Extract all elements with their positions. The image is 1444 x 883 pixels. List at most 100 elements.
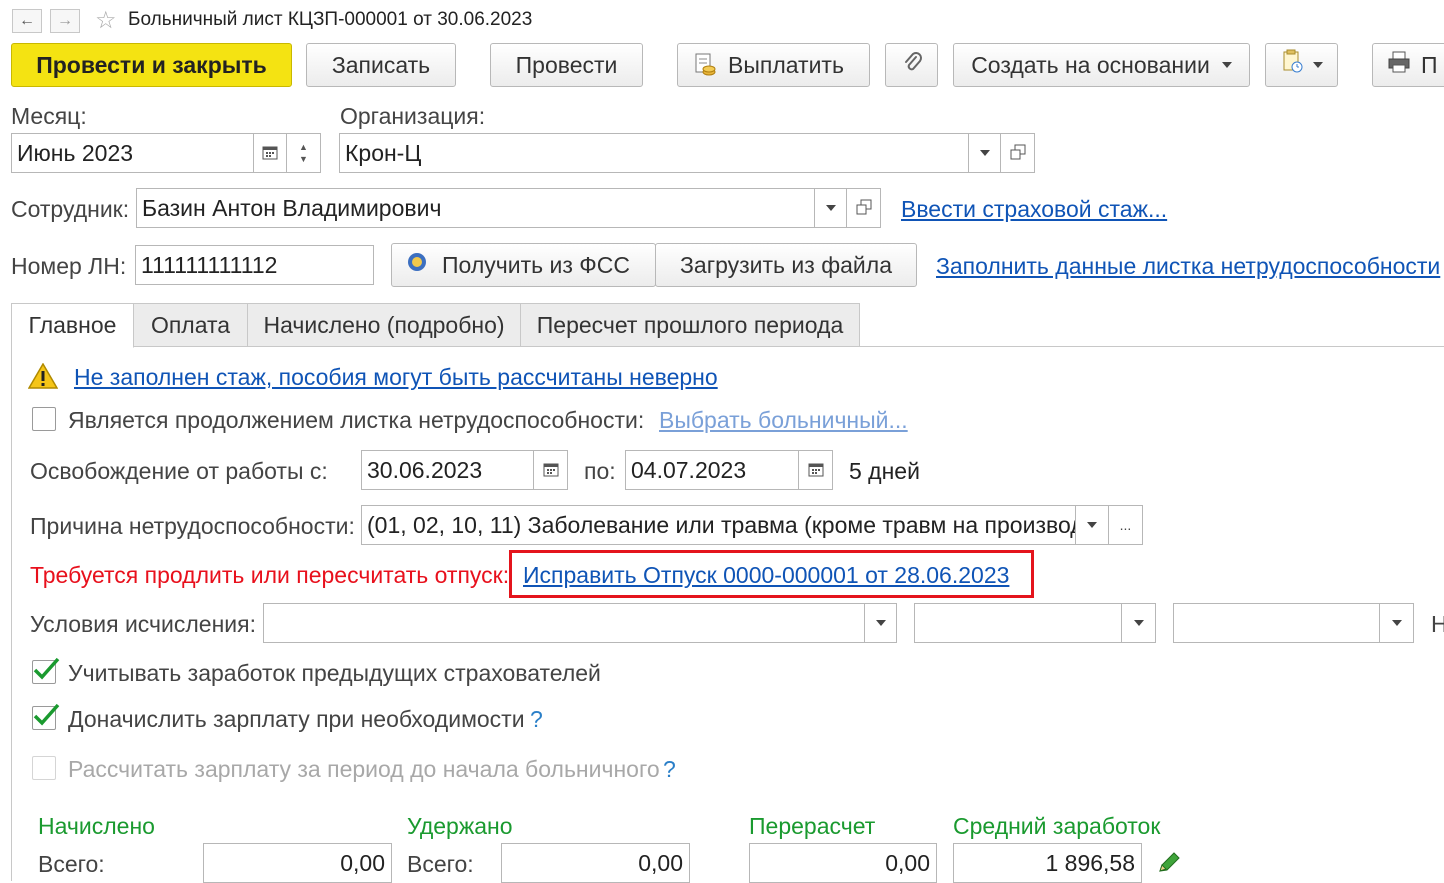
experience-warning-link[interactable]: Не заполнен стаж, пособия могут быть рас… xyxy=(74,364,718,391)
date-from-calendar-button[interactable] xyxy=(533,450,568,490)
extra-salary-checkbox[interactable] xyxy=(32,703,60,730)
calc-salary-label: Рассчитать зарплату за период до начала … xyxy=(68,756,660,782)
stepper-down-icon[interactable]: ▼ xyxy=(299,153,308,165)
continuation-checkbox[interactable] xyxy=(32,407,56,431)
chevron-down-icon xyxy=(1391,620,1402,626)
window-title: Больничный лист КЦЗП-000001 от 30.06.202… xyxy=(128,9,533,30)
extra-salary-help-icon[interactable]: ? xyxy=(530,706,543,733)
vacation-warning-text: Требуется продлить или пересчитать отпус… xyxy=(30,562,510,588)
checkmark-icon xyxy=(33,703,60,726)
conditions-dropdown-2[interactable] xyxy=(1121,603,1156,643)
date-to-label: по: xyxy=(584,458,616,484)
month-stepper[interactable]: ▲ ▼ xyxy=(286,133,321,173)
fix-vacation-link[interactable]: Исправить Отпуск 0000-000001 от 28.06.20… xyxy=(523,562,1009,589)
favorite-star-icon[interactable]: ☆ xyxy=(95,6,117,35)
incapacity-cause-label: Причина нетрудоспособности: xyxy=(30,513,355,539)
calc-conditions-label: Условия исчисления: xyxy=(30,611,256,637)
create-based-on-label: Создать на основании xyxy=(971,51,1210,78)
calc-salary-checkbox[interactable] xyxy=(32,756,56,780)
ellipsis-icon: ... xyxy=(1119,517,1132,533)
fss-shield-icon xyxy=(406,251,428,279)
organization-field[interactable]: Крон-Ц xyxy=(339,133,969,173)
month-calendar-button[interactable] xyxy=(253,133,287,173)
load-from-file-button[interactable]: Загрузить из файла xyxy=(655,243,917,287)
avg-earnings-title: Средний заработок xyxy=(953,813,1161,839)
continuation-label: Является продолжением листка нетрудоспос… xyxy=(68,407,645,433)
tab-past-period-recalc[interactable]: Пересчет прошлого периода xyxy=(520,303,860,347)
days-count: 5 дней xyxy=(849,458,920,484)
accrued-title: Начислено xyxy=(38,813,155,839)
ln-number-field[interactable]: 111111111112 xyxy=(135,245,374,285)
arrow-left-icon: ← xyxy=(19,12,35,29)
accrued-total-label: Всего: xyxy=(38,851,105,877)
recalc-total-value: 0,00 xyxy=(749,843,937,883)
ln-number-label: Номер ЛН: xyxy=(11,253,127,279)
accrued-total-value: 0,00 xyxy=(203,843,392,883)
nav-forward-button[interactable]: → xyxy=(50,9,80,33)
tab-accrued-detailed[interactable]: Начислено (подробно) xyxy=(247,303,521,347)
print-button-label: П xyxy=(1421,51,1438,78)
calendar-icon xyxy=(543,457,559,483)
withheld-total-label: Всего: xyxy=(407,851,474,877)
conditions-field-2[interactable] xyxy=(914,603,1122,643)
prev-employers-checkbox[interactable] xyxy=(32,657,60,684)
arrow-right-icon: → xyxy=(57,12,73,29)
chevron-down-icon xyxy=(875,620,886,626)
conditions-dropdown-1[interactable] xyxy=(864,603,897,643)
report-clock-icon xyxy=(1281,49,1305,81)
printer-icon xyxy=(1387,50,1411,80)
cause-dropdown-button[interactable] xyxy=(1075,505,1109,545)
get-from-fss-label: Получить из ФСС xyxy=(442,251,630,278)
organization-dropdown-button[interactable] xyxy=(968,133,1001,173)
month-field[interactable]: Июнь 2023 xyxy=(11,133,254,173)
post-and-close-button[interactable]: Провести и закрыть xyxy=(11,43,292,87)
conditions-field-3[interactable] xyxy=(1173,603,1380,643)
withheld-total-value: 0,00 xyxy=(501,843,690,883)
tab-payment[interactable]: Оплата xyxy=(133,303,248,347)
employee-label: Сотрудник: xyxy=(11,196,130,222)
tab-panel-border xyxy=(11,347,12,881)
conditions-dropdown-3[interactable] xyxy=(1379,603,1414,643)
month-label: Месяц: xyxy=(11,103,87,129)
calendar-icon xyxy=(808,457,824,483)
post-button[interactable]: Провести xyxy=(490,43,643,87)
extra-salary-label: Доначислить зарплату при необходимости xyxy=(68,706,525,732)
organization-open-button[interactable] xyxy=(1000,133,1035,173)
employee-field[interactable]: Базин Антон Владимирович xyxy=(136,188,815,228)
attach-button[interactable] xyxy=(885,43,938,87)
checkmark-icon xyxy=(33,657,60,680)
chevron-down-icon xyxy=(979,150,990,156)
employee-open-button[interactable] xyxy=(846,188,881,228)
edit-pencil-icon[interactable] xyxy=(1156,851,1182,881)
stepper-up-icon[interactable]: ▲ xyxy=(299,141,308,153)
open-window-icon xyxy=(1010,140,1026,166)
coins-document-icon xyxy=(694,53,716,77)
calc-salary-help-icon[interactable]: ? xyxy=(663,756,676,783)
tab-main[interactable]: Главное xyxy=(11,303,134,348)
print-button[interactable]: П xyxy=(1372,43,1444,87)
date-to-calendar-button[interactable] xyxy=(798,450,833,490)
report-menu-button[interactable] xyxy=(1265,43,1338,87)
choose-sick-leave-link[interactable]: Выбрать больничный... xyxy=(659,407,908,434)
date-from-field[interactable]: 30.06.2023 xyxy=(361,450,534,490)
chevron-down-icon xyxy=(1221,62,1232,68)
warning-icon xyxy=(27,362,59,395)
save-button[interactable]: Записать xyxy=(306,43,456,87)
cut-off-label: Н xyxy=(1431,611,1444,637)
create-based-on-button[interactable]: Создать на основании xyxy=(953,43,1250,87)
calendar-icon xyxy=(262,140,278,166)
avg-earnings-value: 1 896,58 xyxy=(953,843,1142,883)
date-to-field[interactable]: 04.07.2023 xyxy=(625,450,799,490)
cause-select-button[interactable]: ... xyxy=(1108,505,1143,545)
get-from-fss-button[interactable]: Получить из ФСС xyxy=(391,243,656,287)
conditions-field-1[interactable] xyxy=(263,603,865,643)
organization-label: Организация: xyxy=(340,103,486,129)
chevron-down-icon xyxy=(1133,620,1144,626)
nav-back-button[interactable]: ← xyxy=(12,9,42,33)
incapacity-cause-field[interactable]: (01, 02, 10, 11) Заболевание или травма … xyxy=(361,505,1076,545)
employee-dropdown-button[interactable] xyxy=(814,188,847,228)
enter-insurance-experience-link[interactable]: Ввести страховой стаж... xyxy=(901,196,1167,223)
pay-button[interactable]: Выплатить xyxy=(677,43,870,87)
fill-sick-leave-data-link[interactable]: Заполнить данные листка нетрудоспособнос… xyxy=(936,253,1440,280)
chevron-down-icon xyxy=(825,205,836,211)
